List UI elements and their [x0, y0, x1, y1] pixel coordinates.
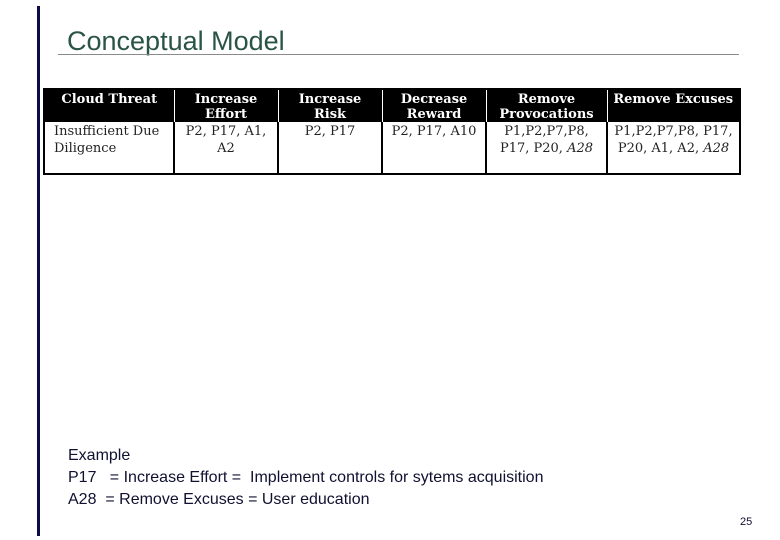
header-increase-risk: Increase Risk	[277, 90, 382, 122]
example-line: P17 = Increase Effort = Implement contro…	[68, 469, 544, 486]
header-increase-effort: Increase Effort	[173, 90, 278, 122]
example-line: A28 = Remove Excuses = User education	[68, 491, 370, 508]
page-number: 25	[740, 516, 753, 528]
table-row: Insufficient Due Diligence P2, P17, A1, …	[45, 122, 739, 173]
cell-remove-provocations-italic: A28	[567, 141, 594, 156]
cell-cloud-threat: Insufficient Due Diligence	[45, 122, 174, 173]
header-cloud-threat: Cloud Threat	[45, 90, 174, 122]
conceptual-model-table: Cloud Threat Increase Effort Increase Ri…	[43, 88, 741, 175]
cell-remove-excuses: P1,P2,P7,P8, P17, P20, A1, A2, A28	[606, 122, 739, 173]
title-underline	[58, 54, 739, 55]
left-accent-bar	[37, 6, 40, 536]
header-remove-provocations: Remove Provocations	[485, 90, 607, 122]
cell-increase-effort: P2, P17, A1, A2	[173, 122, 278, 173]
header-decrease-reward: Decrease Reward	[381, 90, 486, 122]
cell-remove-provocations: P1,P2,P7,P8, P17, P20, A28	[485, 122, 607, 173]
cell-remove-excuses-italic: A28	[703, 141, 730, 156]
table-header-row: Cloud Threat Increase Effort Increase Ri…	[45, 90, 739, 122]
cell-decrease-reward: P2, P17, A10	[381, 122, 486, 173]
header-remove-excuses: Remove Excuses	[606, 90, 739, 122]
slide-title: Conceptual Model	[67, 26, 285, 56]
example-block: Example P17 = Increase Effort = Implemen…	[68, 445, 543, 511]
example-heading: Example	[68, 447, 131, 464]
cell-increase-risk: P2, P17	[277, 122, 382, 173]
